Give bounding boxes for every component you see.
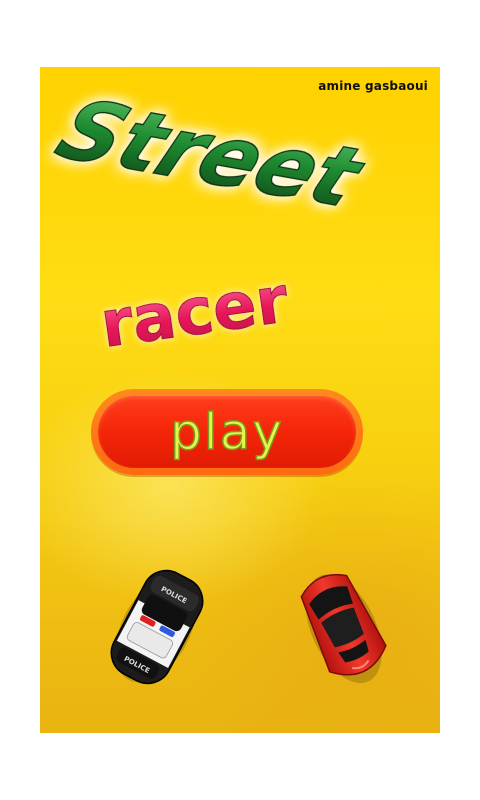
play-button[interactable]: play: [91, 389, 363, 475]
game-title-street: Street: [42, 82, 379, 227]
play-button-face: play: [98, 396, 356, 468]
play-button-label: play: [169, 402, 284, 462]
title-line1: Street: [43, 83, 379, 227]
menu-background: amine gasbaoui Street racer play POLICE …: [40, 67, 440, 733]
game-screen: amine gasbaoui Street racer play POLICE …: [0, 0, 480, 800]
red-sports-car-icon: [300, 573, 387, 684]
police-car-icon: POLICE POLICE: [110, 569, 204, 685]
game-title-racer: racer: [96, 263, 294, 363]
title-line2: racer: [96, 263, 293, 362]
